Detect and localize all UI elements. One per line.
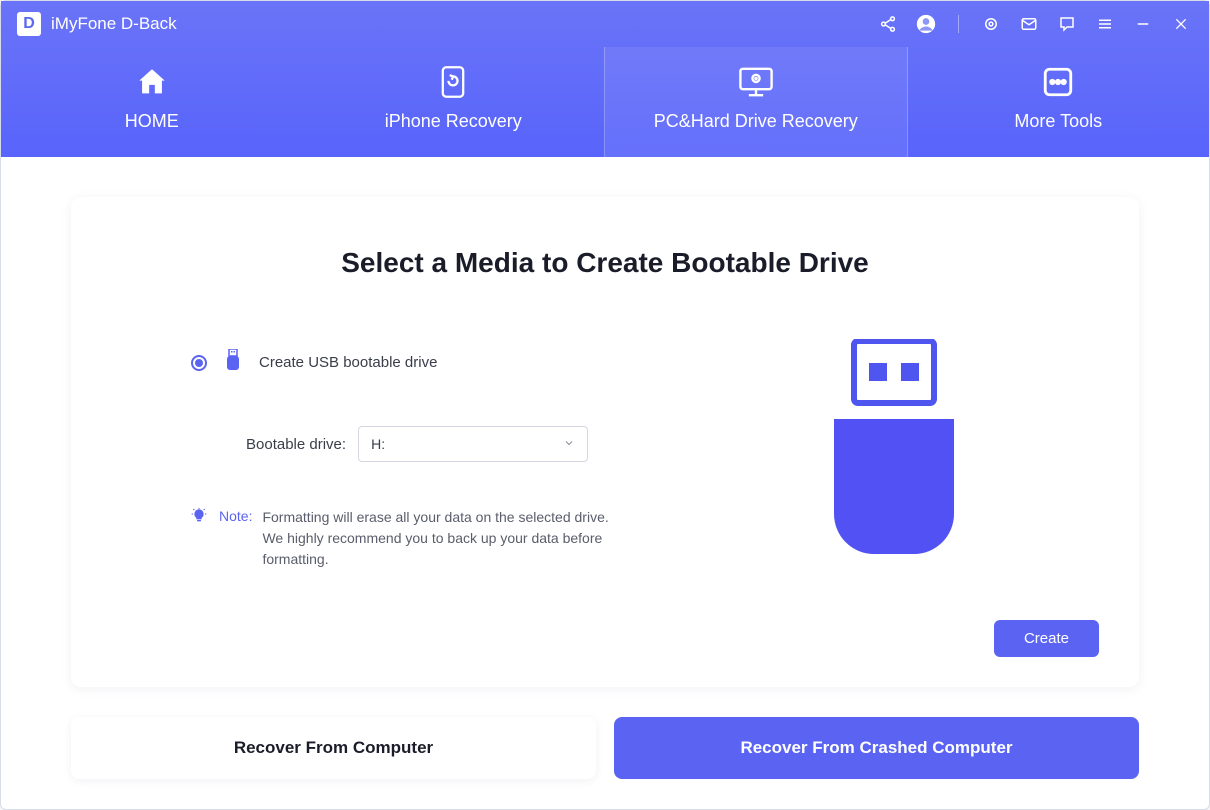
header: D iMyFone D-Back (1, 1, 1209, 157)
nav-pc-label: PC&Hard Drive Recovery (654, 111, 858, 132)
navbar: HOME iPhone Recovery PC&Hard Drive Recov… (1, 47, 1209, 157)
app-logo: D (17, 12, 41, 36)
drive-label: Bootable drive: (246, 436, 346, 453)
main-card: Select a Media to Create Bootable Drive … (71, 197, 1139, 687)
minimize-icon[interactable] (1133, 14, 1153, 34)
iphone-recovery-icon (439, 61, 467, 103)
bottom-action-row: Recover From Computer Recover From Crash… (71, 717, 1139, 779)
note-text: Formatting will erase all your data on t… (262, 507, 612, 570)
radio-selected-icon[interactable] (191, 355, 207, 371)
nav-pc-recovery[interactable]: PC&Hard Drive Recovery (604, 47, 908, 157)
titlebar-actions (878, 14, 1191, 34)
nav-home-label: HOME (125, 111, 179, 132)
account-icon[interactable] (916, 14, 936, 34)
nav-more-label: More Tools (1014, 111, 1102, 132)
note-row: Note: Formatting will erase all your dat… (191, 507, 719, 570)
content-area: Select a Media to Create Bootable Drive … (1, 157, 1209, 809)
nav-home[interactable]: HOME (1, 47, 303, 157)
nav-iphone-label: iPhone Recovery (385, 111, 522, 132)
close-icon[interactable] (1171, 14, 1191, 34)
recover-from-computer-button[interactable]: Recover From Computer (71, 717, 596, 779)
usb-drive-illustration-icon (829, 339, 959, 559)
create-button[interactable]: Create (994, 620, 1099, 657)
drive-select-row: Bootable drive: H: (191, 426, 719, 462)
share-icon[interactable] (878, 14, 898, 34)
pc-recovery-icon (738, 61, 774, 103)
recover-from-crashed-button[interactable]: Recover From Crashed Computer (614, 717, 1139, 779)
settings-icon[interactable] (981, 14, 1001, 34)
usb-option-label: Create USB bootable drive (259, 354, 437, 371)
mail-icon[interactable] (1019, 14, 1039, 34)
menu-icon[interactable] (1095, 14, 1115, 34)
nav-iphone-recovery[interactable]: iPhone Recovery (303, 47, 605, 157)
options-column: Create USB bootable drive Bootable drive… (141, 339, 719, 620)
chevron-down-icon (563, 436, 575, 452)
app-window: D iMyFone D-Back (0, 0, 1210, 810)
lightbulb-icon (191, 508, 209, 570)
feedback-icon[interactable] (1057, 14, 1077, 34)
usb-option-row[interactable]: Create USB bootable drive (191, 349, 719, 376)
nav-more-tools[interactable]: More Tools (908, 47, 1210, 157)
titlebar-divider (958, 15, 959, 33)
titlebar: D iMyFone D-Back (1, 1, 1209, 47)
usb-small-icon (225, 349, 241, 376)
more-tools-icon (1041, 61, 1075, 103)
card-heading: Select a Media to Create Bootable Drive (141, 247, 1069, 279)
drive-select-value: H: (371, 436, 385, 452)
app-title: iMyFone D-Back (51, 14, 177, 34)
drive-select[interactable]: H: (358, 426, 588, 462)
illustration-column (719, 339, 1069, 620)
note-label: Note: (219, 508, 252, 570)
home-icon (135, 61, 169, 103)
